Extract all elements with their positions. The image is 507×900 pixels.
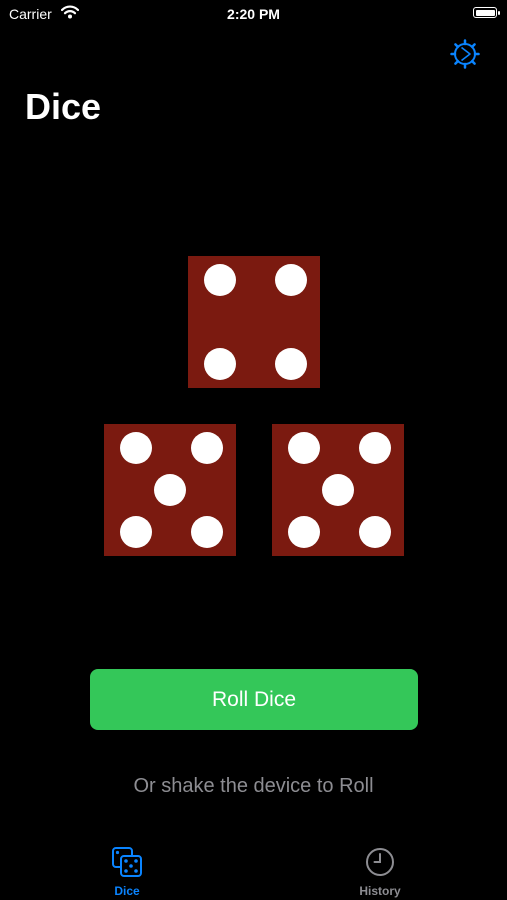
status-time: 2:20 PM xyxy=(227,6,280,22)
die-pip xyxy=(204,348,236,380)
die-pip xyxy=(359,516,391,548)
clock-icon xyxy=(366,848,394,876)
shake-hint-text: Or shake the device to Roll xyxy=(133,775,374,797)
die-bottom-right[interactable] xyxy=(272,424,404,556)
die-pip xyxy=(204,264,236,296)
status-bar: Carrier 2:20 PM xyxy=(0,0,507,28)
die-pip xyxy=(191,432,223,464)
page-title: Dice xyxy=(25,86,102,127)
tab-bar: Dice History xyxy=(0,836,507,900)
die-pip xyxy=(322,474,354,506)
tab-dice-label: Dice xyxy=(114,884,140,898)
tab-history-label: History xyxy=(359,884,401,898)
die-pip xyxy=(359,432,391,464)
die-pip xyxy=(120,432,152,464)
die-pip xyxy=(288,432,320,464)
die-pip xyxy=(120,516,152,548)
battery-icon xyxy=(473,7,500,18)
die-pip xyxy=(275,264,307,296)
die-pip xyxy=(288,516,320,548)
die-pip xyxy=(154,474,186,506)
roll-dice-button[interactable]: Roll Dice xyxy=(90,669,418,730)
die-top[interactable] xyxy=(188,256,320,388)
tab-dice[interactable]: Dice xyxy=(67,836,187,900)
die-bottom-left[interactable] xyxy=(104,424,236,556)
die-pip xyxy=(191,516,223,548)
die-pip xyxy=(275,348,307,380)
tab-history[interactable]: History xyxy=(320,836,440,900)
settings-gear-icon[interactable] xyxy=(449,38,481,70)
dice-icon xyxy=(112,847,142,877)
